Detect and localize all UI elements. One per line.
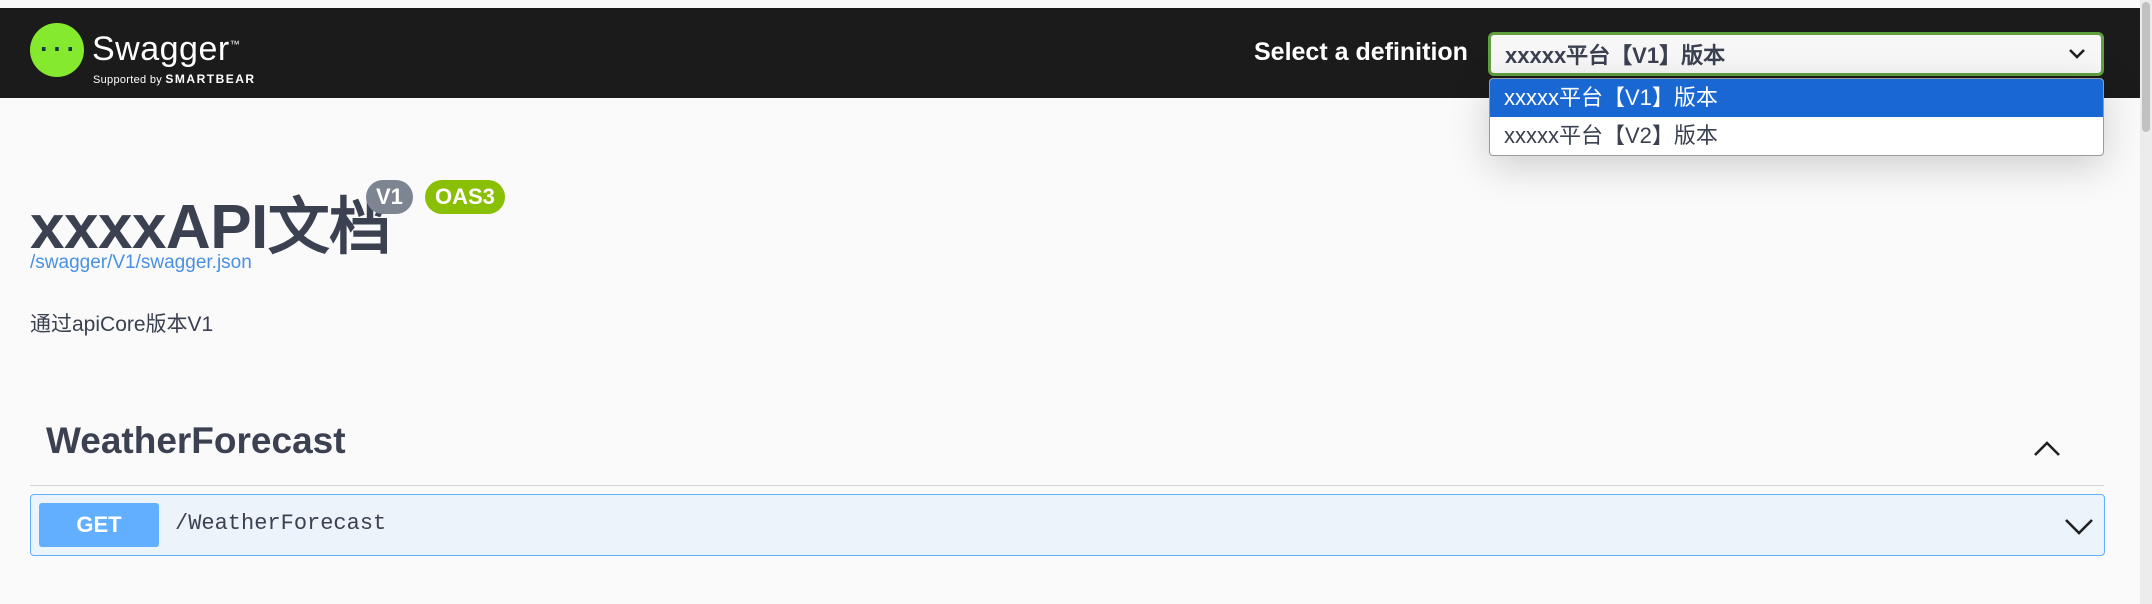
- logo-text[interactable]: Swagger™: [92, 30, 240, 69]
- chevron-down-icon[interactable]: [2062, 509, 2096, 543]
- definition-option-v2[interactable]: xxxxx平台【V2】版本: [1490, 117, 2103, 155]
- page-scrollbar[interactable]: [2140, 0, 2152, 604]
- operation-path: /WeatherForecast: [175, 511, 387, 536]
- spec-url-link[interactable]: /swagger/V1/swagger.json: [30, 252, 252, 274]
- api-description: 通过apiCore版本V1: [30, 313, 214, 336]
- definition-label: Select a definition: [1254, 38, 1468, 66]
- operation-get-weatherforecast[interactable]: GET /WeatherForecast: [30, 494, 2105, 556]
- scrollbar-thumb[interactable]: [2142, 2, 2150, 132]
- definition-selected-value: xxxxx平台【V1】版本: [1505, 43, 1726, 68]
- method-badge: GET: [39, 503, 159, 547]
- oas-badge: OAS3: [425, 180, 505, 214]
- chevron-up-icon[interactable]: [2030, 432, 2064, 466]
- swagger-logo-icon[interactable]: {···}: [30, 23, 84, 77]
- version-badge: V1: [366, 180, 413, 214]
- definition-dropdown-list: xxxxx平台【V1】版本 xxxxx平台【V2】版本: [1489, 78, 2104, 156]
- chevron-down-icon: [2069, 49, 2085, 59]
- definition-select[interactable]: xxxxx平台【V1】版本: [1488, 32, 2104, 76]
- tag-section-header[interactable]: WeatherForecast: [30, 420, 2104, 486]
- svg-text:{···}: {···}: [38, 38, 76, 63]
- tag-name[interactable]: WeatherForecast: [46, 420, 346, 462]
- definition-option-v1[interactable]: xxxxx平台【V1】版本: [1490, 79, 2103, 117]
- logo-subtitle: Supported by SMARTBEAR: [93, 72, 256, 86]
